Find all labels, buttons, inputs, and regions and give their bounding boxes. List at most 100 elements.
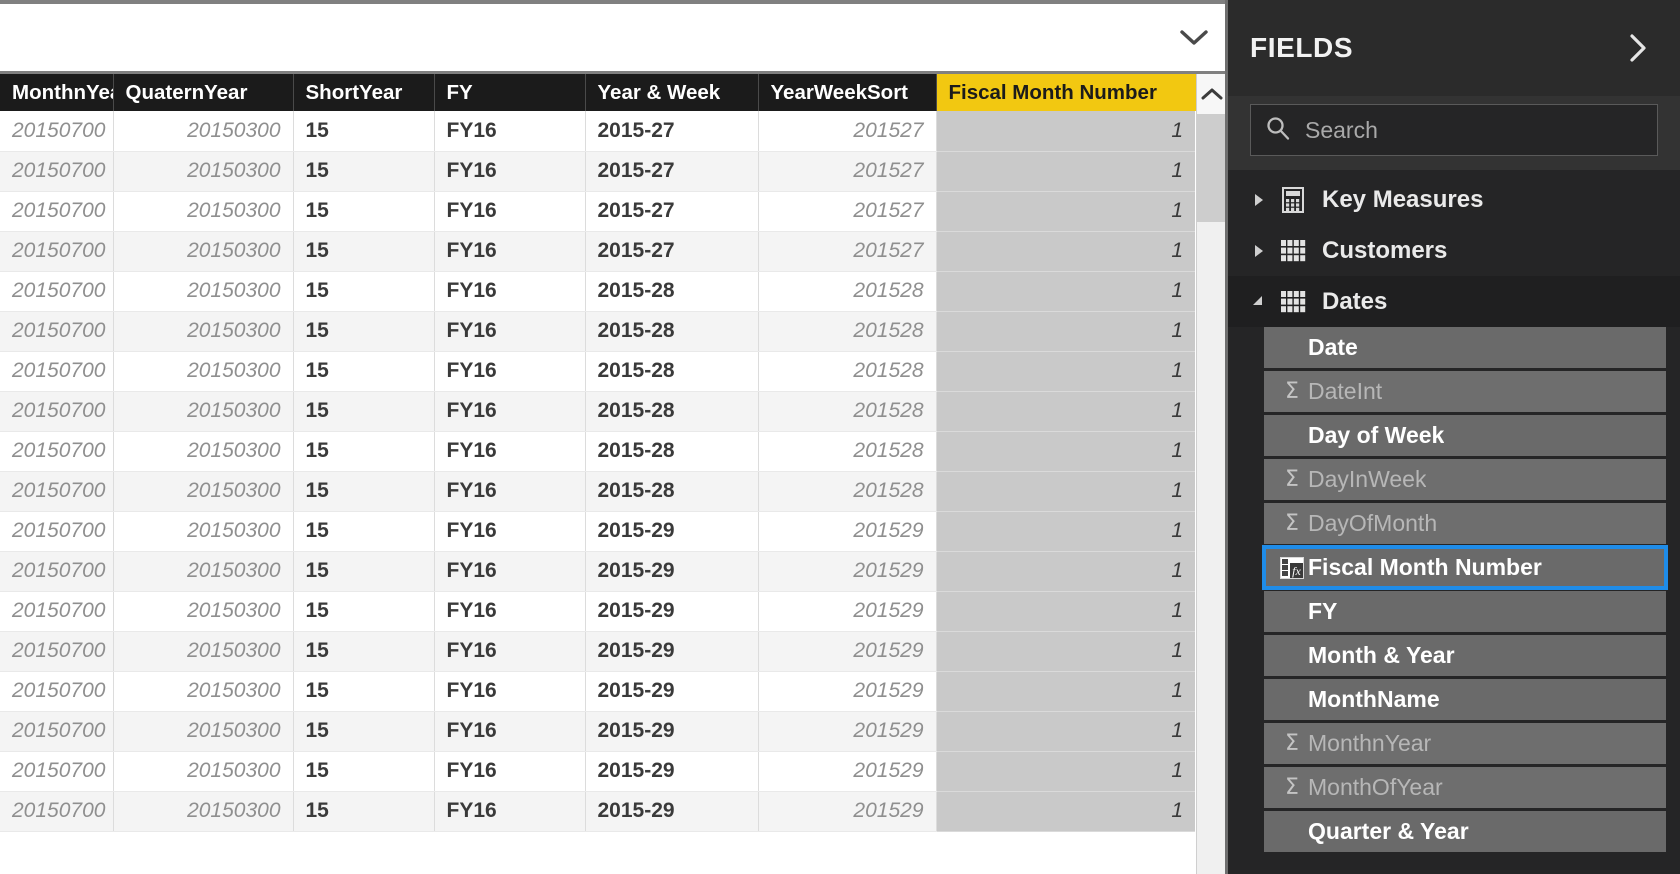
cell-quartern_year[interactable]: 20150300 [113, 791, 294, 832]
table-node-dates[interactable]: Dates [1228, 276, 1680, 327]
cell-monthn_year[interactable]: 20150700 [0, 431, 114, 472]
cell-year_week[interactable]: 2015-29 [585, 551, 759, 592]
table-row[interactable]: 20150700 20150300 15 FY16 2015-28 201528 1 [0, 471, 1195, 512]
cell-fiscal_month[interactable]: 1 [936, 791, 1195, 832]
cell-monthn_year[interactable]: 20150700 [0, 391, 114, 432]
cell-year_week_sort[interactable]: 201529 [758, 631, 937, 672]
cell-year_week[interactable]: 2015-29 [585, 591, 759, 632]
cell-year_week_sort[interactable]: 201529 [758, 791, 937, 832]
cell-fy[interactable]: FY16 [434, 591, 586, 632]
cell-monthn_year[interactable]: 20150700 [0, 191, 114, 232]
cell-year_week_sort[interactable]: 201527 [758, 231, 937, 272]
cell-quartern_year[interactable]: 20150300 [113, 471, 294, 512]
table-row[interactable]: 20150700 20150300 15 FY16 2015-28 201528 1 [0, 431, 1195, 472]
field-item-date[interactable]: Date [1264, 327, 1666, 368]
column-header-fiscal_month[interactable]: Fiscal Month Number [936, 74, 1196, 111]
table-row[interactable]: 20150700 20150300 15 FY16 2015-29 201529 1 [0, 751, 1195, 792]
field-item-monthname[interactable]: MonthName [1264, 679, 1666, 720]
table-row[interactable]: 20150700 20150300 15 FY16 2015-28 201528 1 [0, 311, 1195, 352]
table-row[interactable]: 20150700 20150300 15 FY16 2015-29 201529 1 [0, 711, 1195, 752]
cell-fiscal_month[interactable]: 1 [936, 631, 1195, 672]
cell-fiscal_month[interactable]: 1 [936, 511, 1195, 552]
cell-fiscal_month[interactable]: 1 [936, 671, 1195, 712]
field-item-dayinweek[interactable]: Σ DayInWeek [1264, 459, 1666, 500]
cell-year_week[interactable]: 2015-29 [585, 751, 759, 792]
cell-short_year[interactable]: 15 [293, 631, 435, 672]
search-input[interactable] [1305, 105, 1643, 155]
cell-year_week[interactable]: 2015-27 [585, 111, 759, 152]
cell-short_year[interactable]: 15 [293, 711, 435, 752]
column-header-year_week[interactable]: Year & Week [585, 74, 759, 111]
cell-fiscal_month[interactable]: 1 [936, 471, 1195, 512]
cell-short_year[interactable]: 15 [293, 551, 435, 592]
cell-year_week_sort[interactable]: 201528 [758, 351, 937, 392]
cell-quartern_year[interactable]: 20150300 [113, 751, 294, 792]
cell-fiscal_month[interactable]: 1 [936, 591, 1195, 632]
cell-monthn_year[interactable]: 20150700 [0, 351, 114, 392]
cell-year_week[interactable]: 2015-29 [585, 791, 759, 832]
cell-fiscal_month[interactable]: 1 [936, 311, 1195, 352]
cell-quartern_year[interactable]: 20150300 [113, 151, 294, 192]
cell-short_year[interactable]: 15 [293, 391, 435, 432]
cell-fiscal_month[interactable]: 1 [936, 351, 1195, 392]
formula-input[interactable] [0, 4, 1163, 71]
field-item-monthnyear[interactable]: Σ MonthnYear [1264, 723, 1666, 764]
cell-monthn_year[interactable]: 20150700 [0, 751, 114, 792]
cell-short_year[interactable]: 15 [293, 191, 435, 232]
cell-year_week_sort[interactable]: 201529 [758, 751, 937, 792]
scroll-up-button[interactable] [1197, 74, 1225, 114]
cell-fy[interactable]: FY16 [434, 791, 586, 832]
cell-fy[interactable]: FY16 [434, 431, 586, 472]
cell-monthn_year[interactable]: 20150700 [0, 311, 114, 352]
cell-year_week_sort[interactable]: 201529 [758, 511, 937, 552]
cell-year_week[interactable]: 2015-28 [585, 271, 759, 312]
column-header-quartern_year[interactable]: QuaternYear [113, 74, 294, 111]
triangle-right-icon[interactable] [1242, 174, 1276, 225]
cell-monthn_year[interactable]: 20150700 [0, 471, 114, 512]
cell-quartern_year[interactable]: 20150300 [113, 631, 294, 672]
cell-short_year[interactable]: 15 [293, 231, 435, 272]
cell-year_week_sort[interactable]: 201529 [758, 711, 937, 752]
cell-fy[interactable]: FY16 [434, 751, 586, 792]
cell-fiscal_month[interactable]: 1 [936, 111, 1195, 152]
cell-year_week_sort[interactable]: 201527 [758, 151, 937, 192]
cell-quartern_year[interactable]: 20150300 [113, 271, 294, 312]
column-header-year_week_sort[interactable]: YearWeekSort [758, 74, 937, 111]
cell-year_week_sort[interactable]: 201528 [758, 431, 937, 472]
cell-year_week_sort[interactable]: 201529 [758, 551, 937, 592]
cell-fiscal_month[interactable]: 1 [936, 431, 1195, 472]
field-item-dateint[interactable]: Σ DateInt [1264, 371, 1666, 412]
cell-quartern_year[interactable]: 20150300 [113, 591, 294, 632]
cell-year_week[interactable]: 2015-28 [585, 391, 759, 432]
cell-fy[interactable]: FY16 [434, 311, 586, 352]
cell-fiscal_month[interactable]: 1 [936, 151, 1195, 192]
cell-fy[interactable]: FY16 [434, 111, 586, 152]
cell-monthn_year[interactable]: 20150700 [0, 271, 114, 312]
cell-quartern_year[interactable]: 20150300 [113, 111, 294, 152]
table-row[interactable]: 20150700 20150300 15 FY16 2015-28 201528 1 [0, 351, 1195, 392]
vertical-scrollbar[interactable] [1196, 74, 1225, 874]
cell-monthn_year[interactable]: 20150700 [0, 511, 114, 552]
cell-fiscal_month[interactable]: 1 [936, 191, 1195, 232]
cell-monthn_year[interactable]: 20150700 [0, 551, 114, 592]
cell-short_year[interactable]: 15 [293, 431, 435, 472]
search-box[interactable] [1250, 104, 1658, 156]
cell-monthn_year[interactable]: 20150700 [0, 631, 114, 672]
cell-year_week[interactable]: 2015-27 [585, 191, 759, 232]
cell-quartern_year[interactable]: 20150300 [113, 311, 294, 352]
cell-year_week_sort[interactable]: 201527 [758, 111, 937, 152]
cell-fy[interactable]: FY16 [434, 631, 586, 672]
cell-monthn_year[interactable]: 20150700 [0, 791, 114, 832]
cell-short_year[interactable]: 15 [293, 671, 435, 712]
cell-quartern_year[interactable]: 20150300 [113, 671, 294, 712]
field-item-month-year[interactable]: Month & Year [1264, 635, 1666, 676]
cell-year_week_sort[interactable]: 201528 [758, 271, 937, 312]
triangle-down-icon[interactable] [1242, 276, 1276, 327]
table-row[interactable]: 20150700 20150300 15 FY16 2015-27 201527 1 [0, 191, 1195, 232]
table-row[interactable]: 20150700 20150300 15 FY16 2015-29 201529 1 [0, 631, 1195, 672]
table-row[interactable]: 20150700 20150300 15 FY16 2015-27 201527 1 [0, 151, 1195, 192]
field-item-fiscal-month-number[interactable]: fx Fiscal Month Number [1262, 545, 1668, 590]
cell-quartern_year[interactable]: 20150300 [113, 711, 294, 752]
cell-short_year[interactable]: 15 [293, 351, 435, 392]
cell-fiscal_month[interactable]: 1 [936, 231, 1195, 272]
